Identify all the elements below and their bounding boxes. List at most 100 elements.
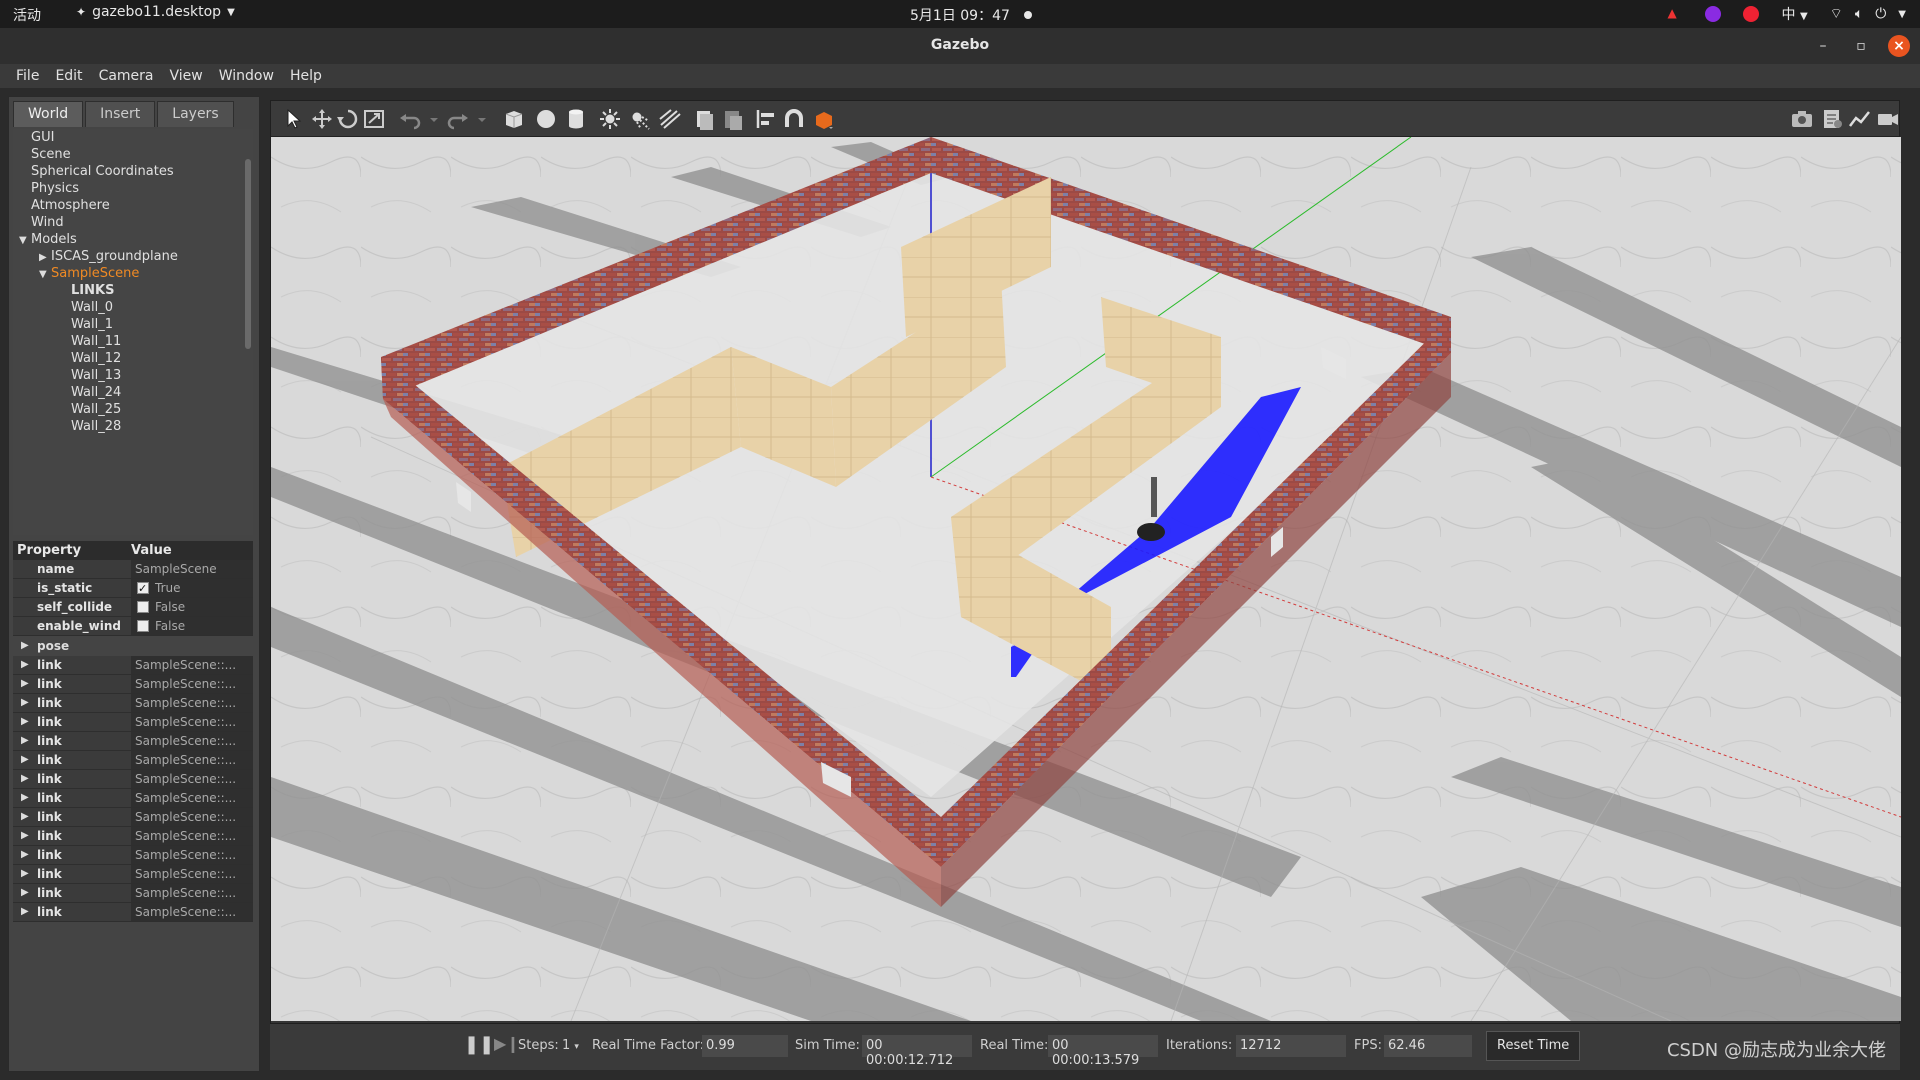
link-row[interactable]: ▶ link SampleScene::... <box>13 789 253 808</box>
scale-icon[interactable] <box>361 107 387 131</box>
tree-item[interactable]: ▼ Models <box>13 231 253 248</box>
tab-insert[interactable]: Insert <box>85 101 156 127</box>
property-row[interactable]: is_static True <box>13 579 253 598</box>
caret-right-icon[interactable]: ▶ <box>21 694 33 712</box>
caret-right-icon[interactable]: ▶ <box>21 903 33 921</box>
close-button[interactable]: × <box>1888 35 1910 57</box>
tree-item[interactable]: GUI <box>13 129 253 146</box>
caret-right-icon[interactable]: ▶ <box>21 770 33 788</box>
copy-icon[interactable] <box>691 107 717 131</box>
caret-right-icon[interactable]: ▶ <box>21 865 33 883</box>
caret-right-icon[interactable]: ▶ <box>21 675 33 693</box>
link-row[interactable]: ▶ link SampleScene::... <box>13 732 253 751</box>
do-not-disturb-icon[interactable] <box>1743 6 1760 22</box>
property-value[interactable]: False <box>131 617 253 635</box>
tree-item[interactable]: Atmosphere <box>13 197 253 214</box>
view-angle-icon[interactable] <box>811 107 837 131</box>
link-row[interactable]: ▶ link SampleScene::... <box>13 827 253 846</box>
caret-right-icon[interactable]: ▶ <box>21 789 33 807</box>
checkbox[interactable] <box>137 620 149 632</box>
tree-item[interactable]: Wall_13 <box>13 367 253 384</box>
link-row[interactable]: ▶ link SampleScene::... <box>13 675 253 694</box>
clock-button[interactable]: 5月1日 09：47 <box>910 5 1032 25</box>
redo-icon[interactable] <box>445 107 471 131</box>
caret-right-icon[interactable]: ▶ <box>21 713 33 731</box>
cylinder-shape-icon[interactable] <box>563 107 589 131</box>
tray-app-icon[interactable]: ▲ <box>1667 6 1683 22</box>
caret-right-icon[interactable]: ▶ <box>21 827 33 845</box>
link-row[interactable]: ▶ link SampleScene::... <box>13 713 253 732</box>
reset-time-button[interactable]: Reset Time <box>1486 1031 1581 1061</box>
video-record-icon[interactable] <box>1875 107 1901 131</box>
caret-right-icon[interactable]: ▶ <box>21 846 33 864</box>
caret-down-icon[interactable]: ▼ <box>39 266 51 283</box>
maximize-button[interactable]: ▫ <box>1850 35 1872 57</box>
rotate-icon[interactable] <box>335 107 361 131</box>
menu-file[interactable]: File <box>8 64 47 88</box>
property-value[interactable]: True <box>131 579 253 597</box>
tree-item[interactable]: Wall_11 <box>13 333 253 350</box>
directional-light-icon[interactable] <box>657 107 683 131</box>
caret-down-icon[interactable]: ▼ <box>19 232 31 249</box>
property-value[interactable]: False <box>131 598 253 616</box>
link-row[interactable]: ▶ link SampleScene::... <box>13 751 253 770</box>
tab-layers[interactable]: Layers <box>157 101 234 127</box>
translate-icon[interactable] <box>309 107 335 131</box>
menu-edit[interactable]: Edit <box>47 64 90 88</box>
tree-item[interactable]: ▼ SampleScene <box>13 265 253 282</box>
steps-value[interactable]: 1 ▾ <box>562 1038 579 1053</box>
link-row[interactable]: ▶ link SampleScene::... <box>13 656 253 675</box>
tree-item[interactable]: Wall_1 <box>13 316 253 333</box>
3d-scene-view[interactable] <box>271 137 1901 1021</box>
caret-right-icon[interactable]: ▶ <box>21 636 33 656</box>
box-shape-icon[interactable] <box>501 107 527 131</box>
tray-color-app-icon[interactable] <box>1705 6 1722 22</box>
link-row[interactable]: ▶ link SampleScene::... <box>13 808 253 827</box>
paste-icon[interactable] <box>719 107 745 131</box>
tree-item[interactable]: Wall_12 <box>13 350 253 367</box>
link-row[interactable]: ▶ link SampleScene::... <box>13 865 253 884</box>
app-menu-button[interactable]: ✦ gazebo11.desktop ▼ <box>76 4 235 20</box>
log-icon[interactable] <box>1819 107 1845 131</box>
link-row[interactable]: ▶ link SampleScene::... <box>13 694 253 713</box>
pose-row[interactable]: ▶ pose <box>13 636 253 656</box>
sphere-shape-icon[interactable] <box>533 107 559 131</box>
tree-item[interactable]: LINKS <box>13 282 253 299</box>
redo-dropdown-icon[interactable] <box>469 107 486 131</box>
link-row[interactable]: ▶ link SampleScene::... <box>13 884 253 903</box>
menu-view[interactable]: View <box>162 64 211 88</box>
link-row[interactable]: ▶ link SampleScene::... <box>13 903 253 922</box>
tree-item[interactable]: Wall_28 <box>13 418 253 435</box>
minimize-button[interactable]: – <box>1812 35 1834 57</box>
caret-right-icon[interactable]: ▶ <box>21 732 33 750</box>
activities-button[interactable]: 活动 <box>13 5 41 25</box>
caret-right-icon[interactable]: ▶ <box>21 808 33 826</box>
menu-help[interactable]: Help <box>282 64 330 88</box>
select-arrow-icon[interactable] <box>281 107 307 131</box>
caret-right-icon[interactable]: ▶ <box>21 751 33 769</box>
tree-item[interactable]: Wind <box>13 214 253 231</box>
status-menu-button[interactable]: ⌔ 🔈︎ ⏻ ▼ <box>1830 5 1906 23</box>
snap-icon[interactable] <box>781 107 807 131</box>
scene-render[interactable] <box>271 137 1901 1021</box>
caret-right-icon[interactable]: ▶ <box>39 249 51 266</box>
link-row[interactable]: ▶ link SampleScene::... <box>13 846 253 865</box>
property-row[interactable]: self_collide False <box>13 598 253 617</box>
tree-item[interactable]: Scene <box>13 146 253 163</box>
pause-icon[interactable]: ❚❚ <box>464 1034 494 1055</box>
align-icon[interactable] <box>753 107 779 131</box>
checkbox[interactable] <box>137 601 149 613</box>
window-title-bar[interactable]: Gazebo – ▫ × <box>0 28 1920 64</box>
input-method-button[interactable]: 中 ▼ <box>1781 4 1807 24</box>
checkbox[interactable] <box>137 580 149 597</box>
screenshot-icon[interactable] <box>1789 107 1815 131</box>
link-row[interactable]: ▶ link SampleScene::... <box>13 770 253 789</box>
tree-item[interactable]: Physics <box>13 180 253 197</box>
property-row[interactable]: enable_wind False <box>13 617 253 636</box>
caret-right-icon[interactable]: ▶ <box>21 656 33 674</box>
tab-world[interactable]: World <box>13 101 84 127</box>
step-icon[interactable]: ▶❙ <box>494 1034 520 1053</box>
undo-icon[interactable] <box>397 107 423 131</box>
tree-scrollbar[interactable] <box>245 159 251 349</box>
caret-right-icon[interactable]: ▶ <box>21 884 33 902</box>
